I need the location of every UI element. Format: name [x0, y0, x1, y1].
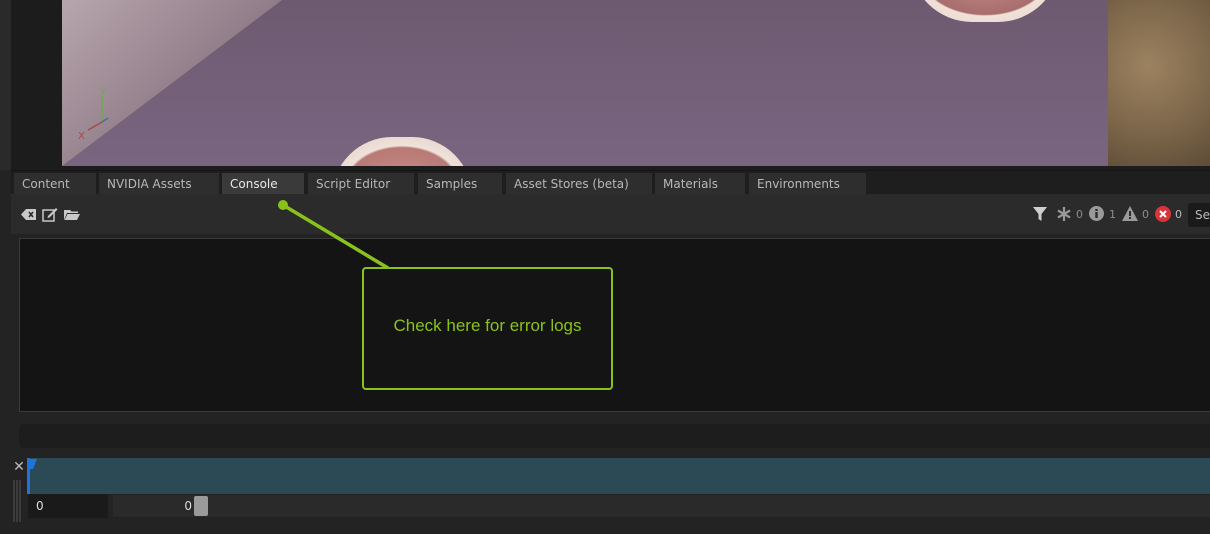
- console-search-input[interactable]: Se: [1188, 203, 1210, 227]
- tab-samples[interactable]: Samples: [418, 173, 502, 195]
- folder-open-icon[interactable]: [64, 208, 80, 221]
- tab-console[interactable]: Console: [222, 173, 304, 195]
- filter-icon[interactable]: [1033, 207, 1047, 221]
- error-icon[interactable]: [1155, 206, 1171, 222]
- axis-gizmo-icon: Y X: [78, 87, 109, 140]
- viewport-ground: [1108, 0, 1210, 166]
- tab-label: Materials: [663, 177, 719, 191]
- tab-label: Content: [22, 177, 70, 191]
- tab-label: Console: [230, 177, 278, 191]
- drag-grip-icon[interactable]: [13, 480, 23, 522]
- viewport-scene[interactable]: [62, 0, 1108, 166]
- axis-x-label: X: [78, 131, 85, 140]
- frame-slider-value: 0: [184, 499, 192, 513]
- tab-script-editor[interactable]: Script Editor: [308, 173, 414, 195]
- info-icon[interactable]: [1089, 206, 1104, 221]
- close-icon[interactable]: ✕: [11, 459, 27, 475]
- timeline-track[interactable]: [27, 458, 1210, 494]
- axis-y-label: Y: [99, 87, 107, 98]
- tab-materials[interactable]: Materials: [655, 173, 745, 195]
- info-count: 1: [1109, 208, 1116, 221]
- console-toolbar: 0 1 0 0: [11, 194, 1210, 234]
- bowl-bottom: [332, 137, 472, 166]
- panel-tab-bar: Content NVIDIA Assets Console Script Edi…: [11, 170, 1210, 195]
- all-count: 0: [1076, 208, 1083, 221]
- error-count: 0: [1175, 208, 1182, 221]
- current-frame-field[interactable]: 0: [28, 494, 108, 518]
- tab-label: Asset Stores (beta): [514, 177, 629, 191]
- tab-label: NVIDIA Assets: [107, 177, 192, 191]
- tab-content[interactable]: Content: [14, 173, 96, 195]
- callout-text: Check here for error logs: [393, 316, 582, 335]
- warning-icon[interactable]: [1122, 206, 1138, 221]
- console-output-area[interactable]: [19, 238, 1210, 412]
- tab-asset-stores[interactable]: Asset Stores (beta): [506, 173, 652, 195]
- tab-label: Environments: [757, 177, 840, 191]
- frame-slider-handle[interactable]: [194, 496, 208, 516]
- viewport-wall: [62, 0, 282, 166]
- tab-label: Samples: [426, 177, 478, 191]
- tab-nvidia-assets[interactable]: NVIDIA Assets: [99, 173, 219, 195]
- callout-pointer: [278, 200, 389, 270]
- edit-icon[interactable]: [42, 207, 58, 222]
- tab-label: Script Editor: [316, 177, 391, 191]
- tab-environments[interactable]: Environments: [749, 173, 866, 195]
- viewport-left-strip: [0, 0, 11, 170]
- console-command-input[interactable]: [19, 424, 1210, 448]
- clear-icon[interactable]: [21, 208, 37, 221]
- bowl-top: [910, 0, 1060, 22]
- asterisk-icon[interactable]: [1057, 207, 1071, 221]
- warning-count: 0: [1142, 208, 1149, 221]
- frame-slider[interactable]: [113, 495, 1210, 517]
